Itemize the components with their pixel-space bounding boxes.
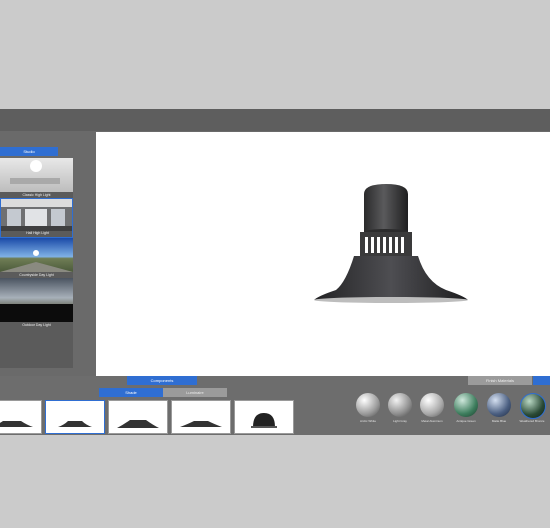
shade-thumbnail[interactable] [0,400,42,434]
environment-label: Hall High Light [26,231,49,235]
environment-item-classic[interactable]: Classic High Light [0,158,73,198]
shade-icon [0,421,33,427]
material-label: Antique Green [456,419,476,423]
tab-finish-materials[interactable]: Finish Materials [468,376,532,385]
environment-label: Classic High Light [22,193,51,197]
material-sphere-arctic-white[interactable] [356,393,380,417]
3d-viewport[interactable] [96,132,550,376]
environment-item-outdoor[interactable]: Outdoor Day Light [0,278,73,336]
tab-shade[interactable]: Shade [99,388,163,397]
environment-thumbnail [0,278,73,322]
tab-extra[interactable] [533,376,550,385]
shade-thumbnail[interactable] [234,400,294,434]
tab-luminaire[interactable]: Luminaire [163,388,227,397]
material-sphere-antique-green[interactable] [454,393,478,417]
material-sphere-matte-blue[interactable] [487,393,511,417]
material-sphere-metal-aluminum[interactable] [420,393,444,417]
environment-thumbnail [0,158,73,192]
shade-icon [58,421,92,427]
shade-thumbnail[interactable] [171,400,231,434]
material-label: Metal Aluminum [421,419,443,423]
tab-components[interactable]: Components [127,376,197,385]
top-toolbar-strip [0,109,550,131]
environment-item-countryside[interactable]: Countryside Day Light [0,238,73,278]
environment-thumbnail [0,238,73,272]
material-label: Arctic White [359,419,376,423]
shade-thumbnail[interactable] [108,400,168,434]
material-sphere-weathered-bronze[interactable] [520,393,546,419]
shade-icon [251,413,277,428]
environment-label: Countryside Day Light [19,273,54,277]
configurator-app: Studio Classic High Light Hall High Ligh… [0,109,550,435]
shade-thumbnail[interactable] [45,400,105,434]
environment-list: Classic High Light Hall High Light Count… [0,158,73,368]
environment-item-hall[interactable]: Hall High Light [0,198,73,238]
material-label: Weathered Bronze [519,419,545,423]
tab-studio[interactable]: Studio [0,147,58,156]
material-label: Matte Blue [491,419,507,423]
shade-icon [117,420,159,428]
environment-label: Outdoor Day Light [22,323,51,327]
shade-icon [180,421,222,427]
material-label: Light Gray [393,419,407,423]
material-sphere-light-gray[interactable] [388,393,412,417]
pendant-lamp-render [314,184,468,303]
